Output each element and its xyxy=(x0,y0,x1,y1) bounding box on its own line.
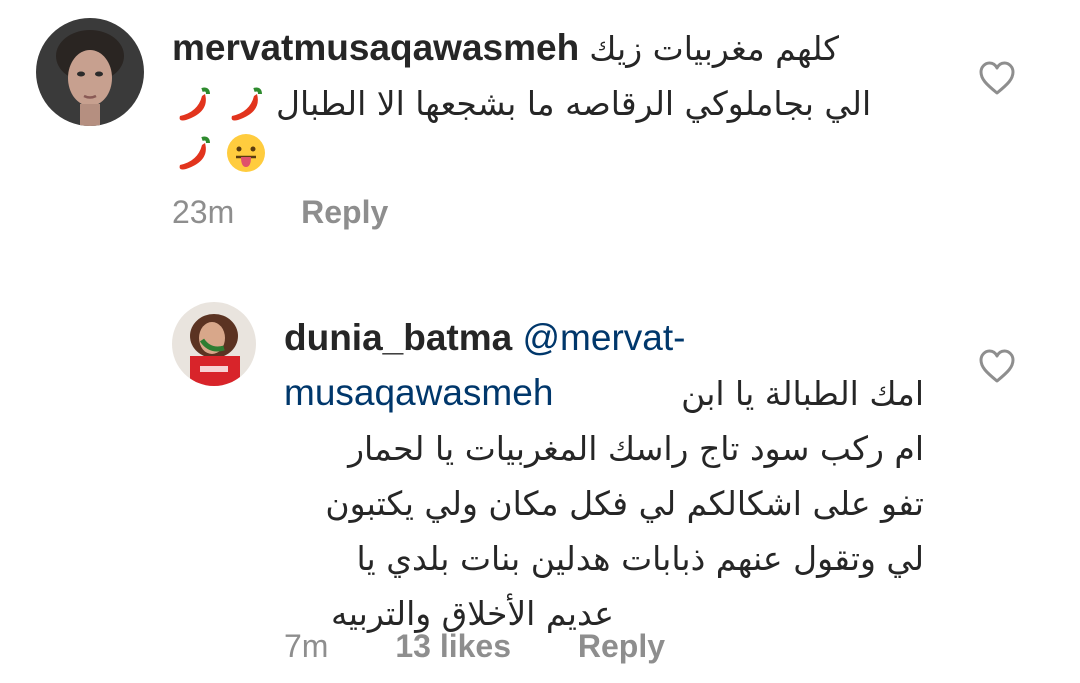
comment-first-line: dunia_batma @mervat- xyxy=(284,310,924,365)
comment-text-line: لي وتقول عنهم ذبابات هدلين بنات بلدي يا xyxy=(356,539,924,578)
comment-text-line: ام ركب سود تاج راسك المغربيات يا لحمار xyxy=(348,429,924,468)
comment-first-line: mervatmusaqawasmeh كلهم مغربيات زيك xyxy=(172,20,932,76)
comment-text-line: كلهم مغربيات زيك xyxy=(589,29,839,68)
comment-text-line: الي بجاملوكي الرقاصه ما بشجعها الا الطبا… xyxy=(276,84,872,123)
username[interactable]: mervatmusaqawasmeh xyxy=(172,20,579,75)
comment-meta: 23m Reply xyxy=(172,194,388,231)
timestamp: 23m xyxy=(172,194,235,230)
reply-button[interactable]: Reply xyxy=(301,194,388,230)
comment-second-line: الي بجاملوكي الرقاصه ما بشجعها الا الطبا… xyxy=(172,76,932,131)
mention-link[interactable]: @mervat- xyxy=(523,317,686,358)
comment-meta: 7m 13 likes Reply xyxy=(284,628,665,665)
like-heart-icon[interactable] xyxy=(978,60,1016,96)
hot-pepper-emoji xyxy=(172,131,216,175)
hot-pepper-emoji xyxy=(172,82,216,126)
comment-third-line xyxy=(172,131,932,175)
comment-second-line: musaqawasmeh امك الطبالة يا ابن xyxy=(284,365,924,421)
avatar[interactable] xyxy=(36,18,144,126)
mention-link[interactable]: musaqawasmeh xyxy=(284,365,553,420)
reply-comment-body: dunia_batma @mervat- musaqawasmeh امك ال… xyxy=(284,310,924,641)
timestamp: 7m xyxy=(284,628,329,664)
likes-count[interactable]: 13 likes xyxy=(395,628,511,664)
like-heart-icon[interactable] xyxy=(978,348,1016,384)
comment-text-line: تفو على اشكالكم لي فكل مكان ولي يكتبون xyxy=(325,484,924,523)
face-with-tongue-emoji xyxy=(224,131,268,175)
reply-button[interactable]: Reply xyxy=(578,628,665,664)
hot-pepper-emoji xyxy=(224,82,268,126)
avatar[interactable] xyxy=(172,302,256,386)
comment-body: mervatmusaqawasmeh كلهم مغربيات زيك الي … xyxy=(172,20,932,175)
comment-text-line: امك الطبالة يا ابن xyxy=(681,374,924,413)
username[interactable]: dunia_batma xyxy=(284,317,512,358)
